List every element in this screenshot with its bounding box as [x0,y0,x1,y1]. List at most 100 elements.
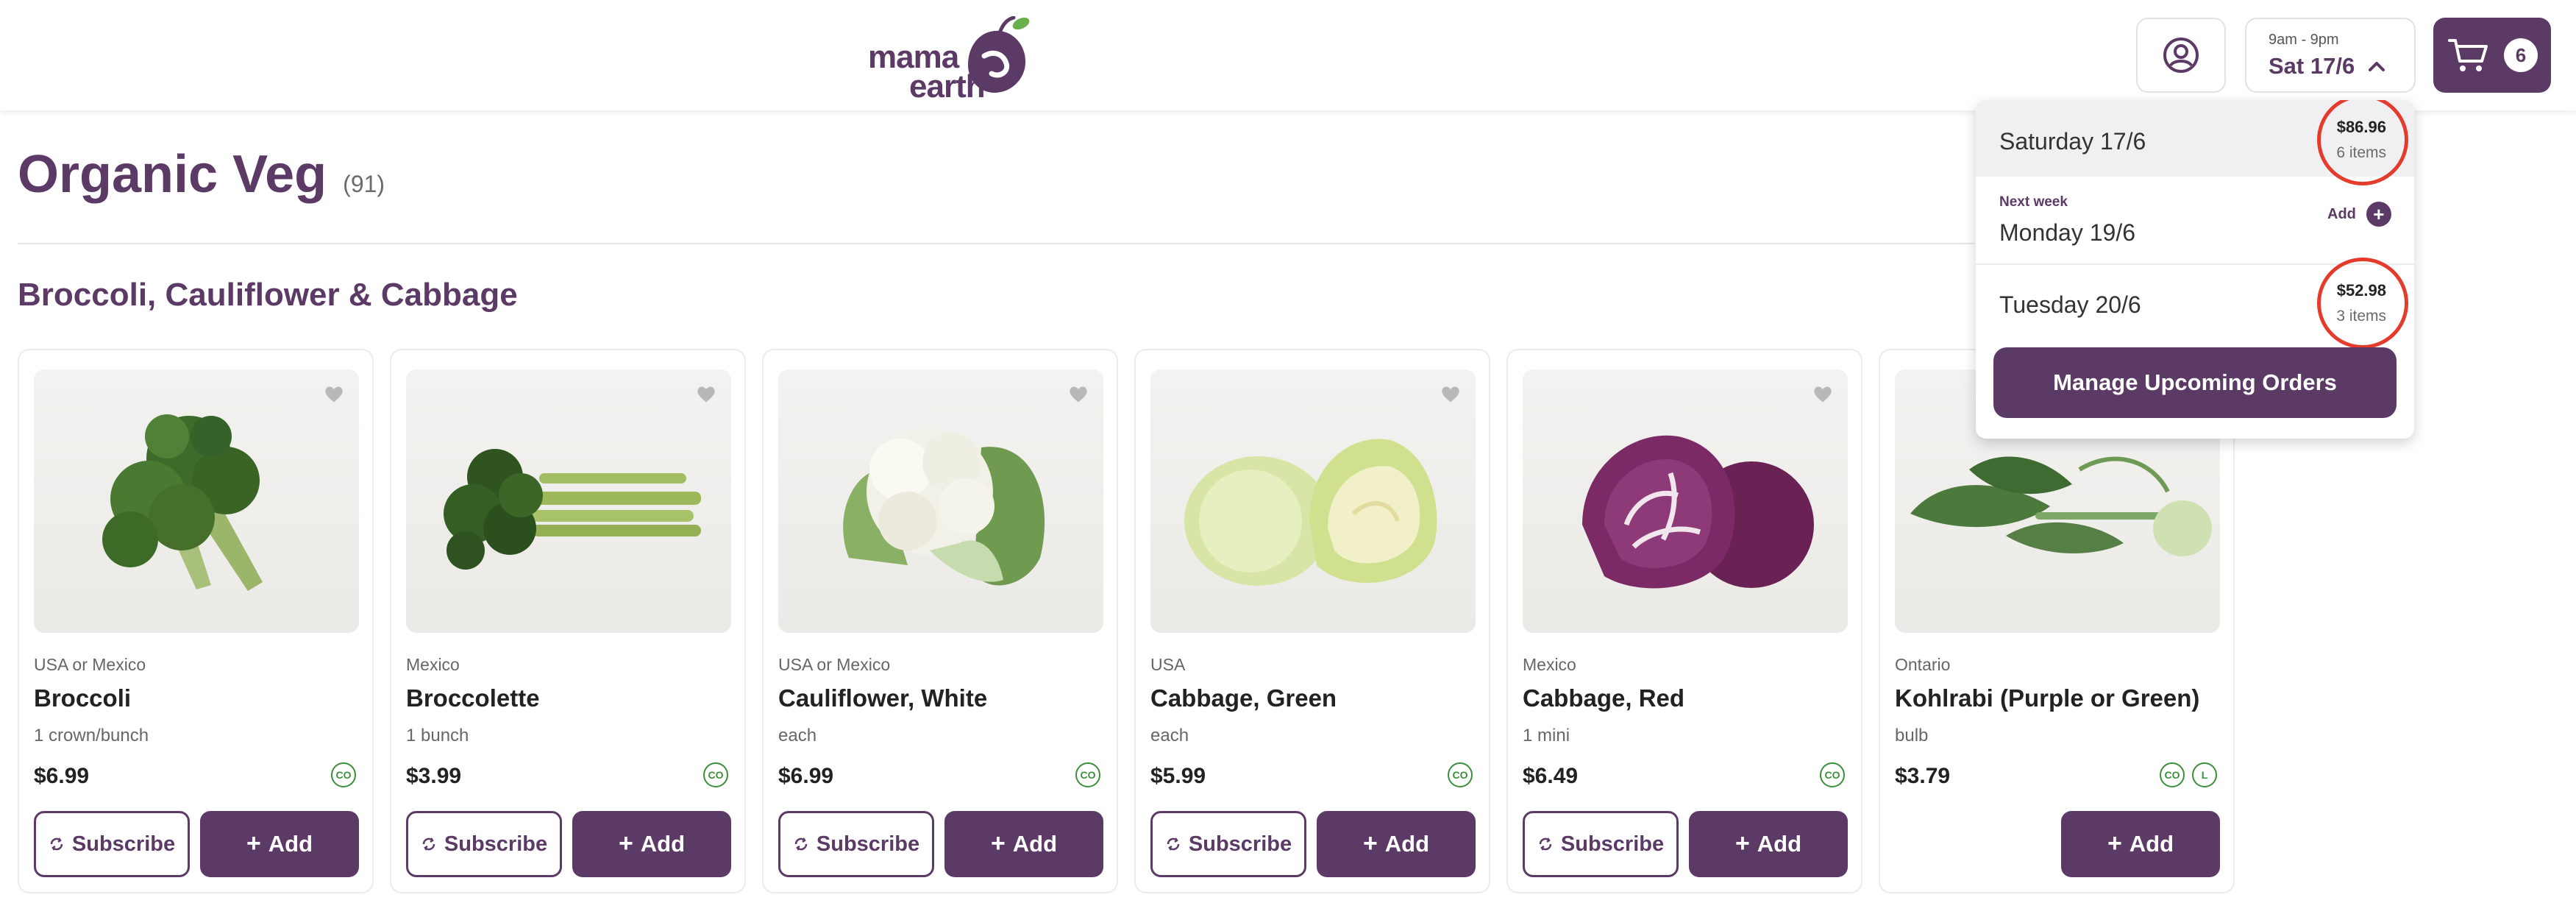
dropdown-item-label: Monday 19/6 [1999,219,2136,246]
subscribe-label: Subscribe [71,832,176,856]
product-image[interactable] [406,369,731,633]
product-price: $6.99 [778,764,834,788]
subscribe-label: Subscribe [816,832,920,856]
product-name[interactable]: Cabbage, Red [1523,684,1684,712]
product-image[interactable] [1523,369,1848,633]
subscribe-button[interactable]: Subscribe [1523,811,1679,877]
refresh-icon [794,837,808,851]
cart-icon [2448,39,2488,71]
account-button[interactable] [2136,18,2226,93]
add-to-cart-button[interactable]: + Add [2061,811,2220,877]
add-to-cart-button[interactable]: + Add [944,811,1103,877]
product-name[interactable]: Cauliflower, White [778,684,987,712]
plus-icon: + [1362,829,1378,857]
cauliflower-image [843,428,1045,586]
product-card-broccoli[interactable]: USA or Mexico Broccoli 1 crown/bunch $6.… [18,349,374,893]
product-name[interactable]: Kohlrabi (Purple or Green) [1895,684,2199,712]
plus-circle-icon: + [2366,202,2391,227]
add-label: Add [2129,831,2174,857]
product-origin: USA or Mexico [34,655,146,674]
refresh-icon [1539,837,1552,851]
manage-upcoming-orders-button[interactable]: Manage Upcoming Orders [1993,347,2397,418]
title-divider [18,243,1974,244]
product-origin: Ontario [1895,655,1951,674]
top-header: mama earth 9am - 9pm Sat 17/6 6 [0,0,2576,110]
add-to-cart-button[interactable]: + Add [572,811,731,877]
product-name[interactable]: Cabbage, Green [1150,684,1337,712]
certified-organic-badge: CO [1448,762,1473,787]
product-card-cauliflower-white[interactable]: USA or Mexico Cauliflower, White each $6… [762,349,1118,893]
dropdown-item-tuesday[interactable]: Tuesday 20/6 $52.98 3 items [1976,258,2414,349]
product-image[interactable] [34,369,359,633]
section-title: Broccoli, Cauliflower & Cabbage [18,277,518,313]
cart-button[interactable]: 6 [2433,18,2551,93]
product-unit: 1 mini [1523,726,1570,745]
product-card-broccolette[interactable]: Mexico Broccolette 1 bunch $3.99 CO Subs… [390,349,746,893]
add-to-cart-button[interactable]: + Add [200,811,359,877]
product-card-cabbage-green[interactable]: USA Cabbage, Green each $5.99 CO Subscri… [1134,349,1490,893]
highlight-circle [2317,100,2408,185]
subscribe-label: Subscribe [1560,832,1665,856]
product-price: $6.99 [34,764,90,788]
green-cabbage-image [1184,439,1437,587]
product-price: $3.99 [406,764,462,788]
product-image[interactable] [1150,369,1476,633]
product-origin: Mexico [1523,655,1576,674]
page-title: Organic Veg (91) [18,144,385,205]
heart-icon[interactable] [1068,384,1089,405]
product-price: $6.49 [1523,764,1579,788]
user-icon [2163,38,2199,73]
add-to-cart-button[interactable]: + Add [1317,811,1476,877]
add-label: Add [268,831,313,857]
local-badge: L [2192,762,2217,787]
dropdown-item-monday[interactable]: Next week Monday 19/6 Add + [1976,177,2414,263]
product-name[interactable]: Broccolette [406,684,540,712]
subscribe-button[interactable]: Subscribe [1150,811,1306,877]
delivery-date: Sat 17/6 [2269,52,2355,79]
product-origin: USA or Mexico [778,655,891,674]
add-label: Add [2327,205,2356,222]
plus-icon: + [1734,829,1750,857]
add-label: Add [1384,831,1430,857]
subscribe-button[interactable]: Subscribe [34,811,190,877]
dropdown-item-label: Saturday 17/6 [1999,128,2146,155]
page-title-text: Organic Veg [18,145,327,204]
add-label: Add [640,831,686,857]
add-to-cart-button[interactable]: + Add [1689,811,1848,877]
product-unit: 1 bunch [406,726,469,745]
delivery-row: Sat 17/6 [2269,53,2385,79]
refresh-icon [50,837,63,851]
subscribe-label: Subscribe [444,832,548,856]
add-label: Add [1012,831,1058,857]
product-price: $3.79 [1895,764,1951,788]
subscribe-button[interactable]: Subscribe [778,811,934,877]
certification-badges: CO [703,762,728,787]
dropdown-item-saturday[interactable]: Saturday 17/6 $86.96 6 items [1976,100,2414,185]
subscribe-button[interactable]: Subscribe [406,811,562,877]
certified-organic-badge: CO [331,762,356,787]
chevron-up-icon [2369,61,2385,71]
mama-earth-logo[interactable]: mama earth [868,16,1030,103]
heart-icon[interactable] [1812,384,1833,405]
delivery-date-selector[interactable]: 9am - 9pm Sat 17/6 [2245,18,2416,93]
add-label: Add [1757,831,1802,857]
subscribe-label: Subscribe [1188,832,1292,856]
product-name[interactable]: Broccoli [34,684,131,712]
certified-organic-badge: CO [1075,762,1100,787]
product-image[interactable] [778,369,1103,633]
broccoli-image [102,414,263,592]
cart-count-badge: 6 [2504,38,2538,72]
heart-icon[interactable] [324,384,344,405]
product-unit: each [778,726,817,745]
product-card-cabbage-red[interactable]: Mexico Cabbage, Red 1 mini $6.49 CO Subs… [1506,349,1862,893]
plus-icon: + [246,829,261,857]
refresh-icon [422,837,435,851]
logo-globe-icon [968,16,1030,93]
plus-icon: + [990,829,1006,857]
heart-icon[interactable] [696,384,716,405]
heart-icon[interactable] [1440,384,1461,405]
add-delivery-day-button[interactable]: Add + [2327,202,2391,227]
product-origin: USA [1150,655,1186,674]
delivery-hours: 9am - 9pm [2269,31,2339,48]
product-unit: bulb [1895,726,1929,745]
